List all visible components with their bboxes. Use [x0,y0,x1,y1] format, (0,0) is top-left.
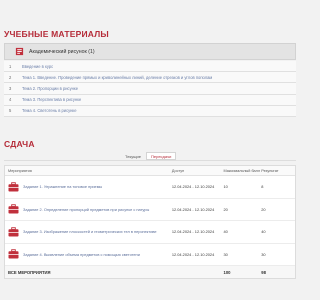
max-score: 30 [223,251,228,257]
course-name: Академический рисунок (1) [29,48,95,55]
table-total-row: ВСЕ МЕРОПРИЯТИЯ 100 98 [5,266,295,278]
course-book-icon [15,47,24,56]
max-score: 10 [223,184,228,190]
topic-item[interactable]: 1 Введение в курс [4,61,296,73]
total-label: ВСЕ МЕРОПРИЯТИЯ [8,269,51,275]
access-dates: 12.04.2024 - 12.10.2024 [171,206,215,212]
access-dates: 12.04.2024 - 12.10.2024 [171,184,215,190]
topic-link[interactable]: Тема 2. Пропорции в рисунке [22,86,78,91]
table-row[interactable]: Задание 2. Определение пропорций предмет… [5,198,295,221]
topic-link[interactable]: Введение в курс [22,64,53,69]
total-result: 98 [261,269,266,275]
tab-retakes[interactable]: Пересдачи [146,152,177,160]
column-header-result: Результат [261,168,279,173]
materials-section-title: УЧЕБНЫЕ МАТЕРИАЛЫ [4,29,109,39]
total-max-score: 100 [223,269,231,275]
briefcase-icon [8,182,19,192]
topic-item[interactable]: 2 Тема 1. Введение. Проведение прямых и … [4,72,296,84]
table-header: Мероприятия Доступ Максимальный балл Рез… [5,166,295,176]
task-link[interactable]: Задание 4. Выявление объема предметов с … [23,252,140,257]
course-header[interactable]: Академический рисунок (1) [4,43,296,60]
table-row[interactable]: Задание 1. Упражнение на тоновое приемы … [5,176,295,199]
task-link[interactable]: Задание 2. Определение пропорций предмет… [23,207,149,212]
topic-link[interactable]: Тема 1. Введение. Проведение прямых и кр… [22,75,212,80]
table-row[interactable]: Задание 4. Выявление объема предметов с … [5,243,295,266]
topic-item[interactable]: 4 Тема 3. Перспектива в рисунке [4,94,296,106]
topic-item[interactable]: 5 Тема 4. Светотень в рисунке [4,105,296,117]
briefcase-icon [8,204,19,214]
topic-number: 5 [9,108,12,114]
topic-list: 1 Введение в курс 2 Тема 1. Введение. Пр… [4,61,296,117]
task-link[interactable]: Задание 3. Изображение плоскостей и геом… [23,229,157,234]
result-score: 20 [261,206,266,212]
topic-number: 3 [9,85,12,91]
access-dates: 12.04.2024 - 12.10.2024 [171,251,215,257]
assignments-table: Мероприятия Доступ Максимальный балл Рез… [4,165,296,279]
column-header-events: Мероприятия [8,168,32,173]
max-score: 20 [223,206,228,212]
tab-current[interactable]: Текущие [120,152,146,160]
topic-link[interactable]: Тема 4. Светотень в рисунке [22,108,77,113]
topic-link[interactable]: Тема 3. Перспектива в рисунке [22,97,81,102]
result-score: 30 [261,251,266,257]
submission-tabs: Текущие Пересдачи [120,152,177,160]
max-score: 40 [223,229,228,235]
result-score: 40 [261,229,266,235]
submission-section-title: СДАЧА [4,139,35,149]
topic-number: 1 [9,63,12,69]
column-header-access: Доступ [171,168,185,173]
tabs-divider [4,160,296,161]
task-link[interactable]: Задание 1. Упражнение на тоновое приемы [23,184,102,189]
topic-number: 2 [9,74,12,80]
result-score: 8 [261,184,264,190]
topic-item[interactable]: 3 Тема 2. Пропорции в рисунке [4,83,296,95]
access-dates: 12.04.2024 - 12.10.2024 [171,229,215,235]
table-row[interactable]: Задание 3. Изображение плоскостей и геом… [5,221,295,244]
briefcase-icon [8,249,19,259]
column-header-max-score: Максимальный балл [223,168,261,173]
topic-number: 4 [9,97,12,103]
briefcase-icon [8,227,19,237]
